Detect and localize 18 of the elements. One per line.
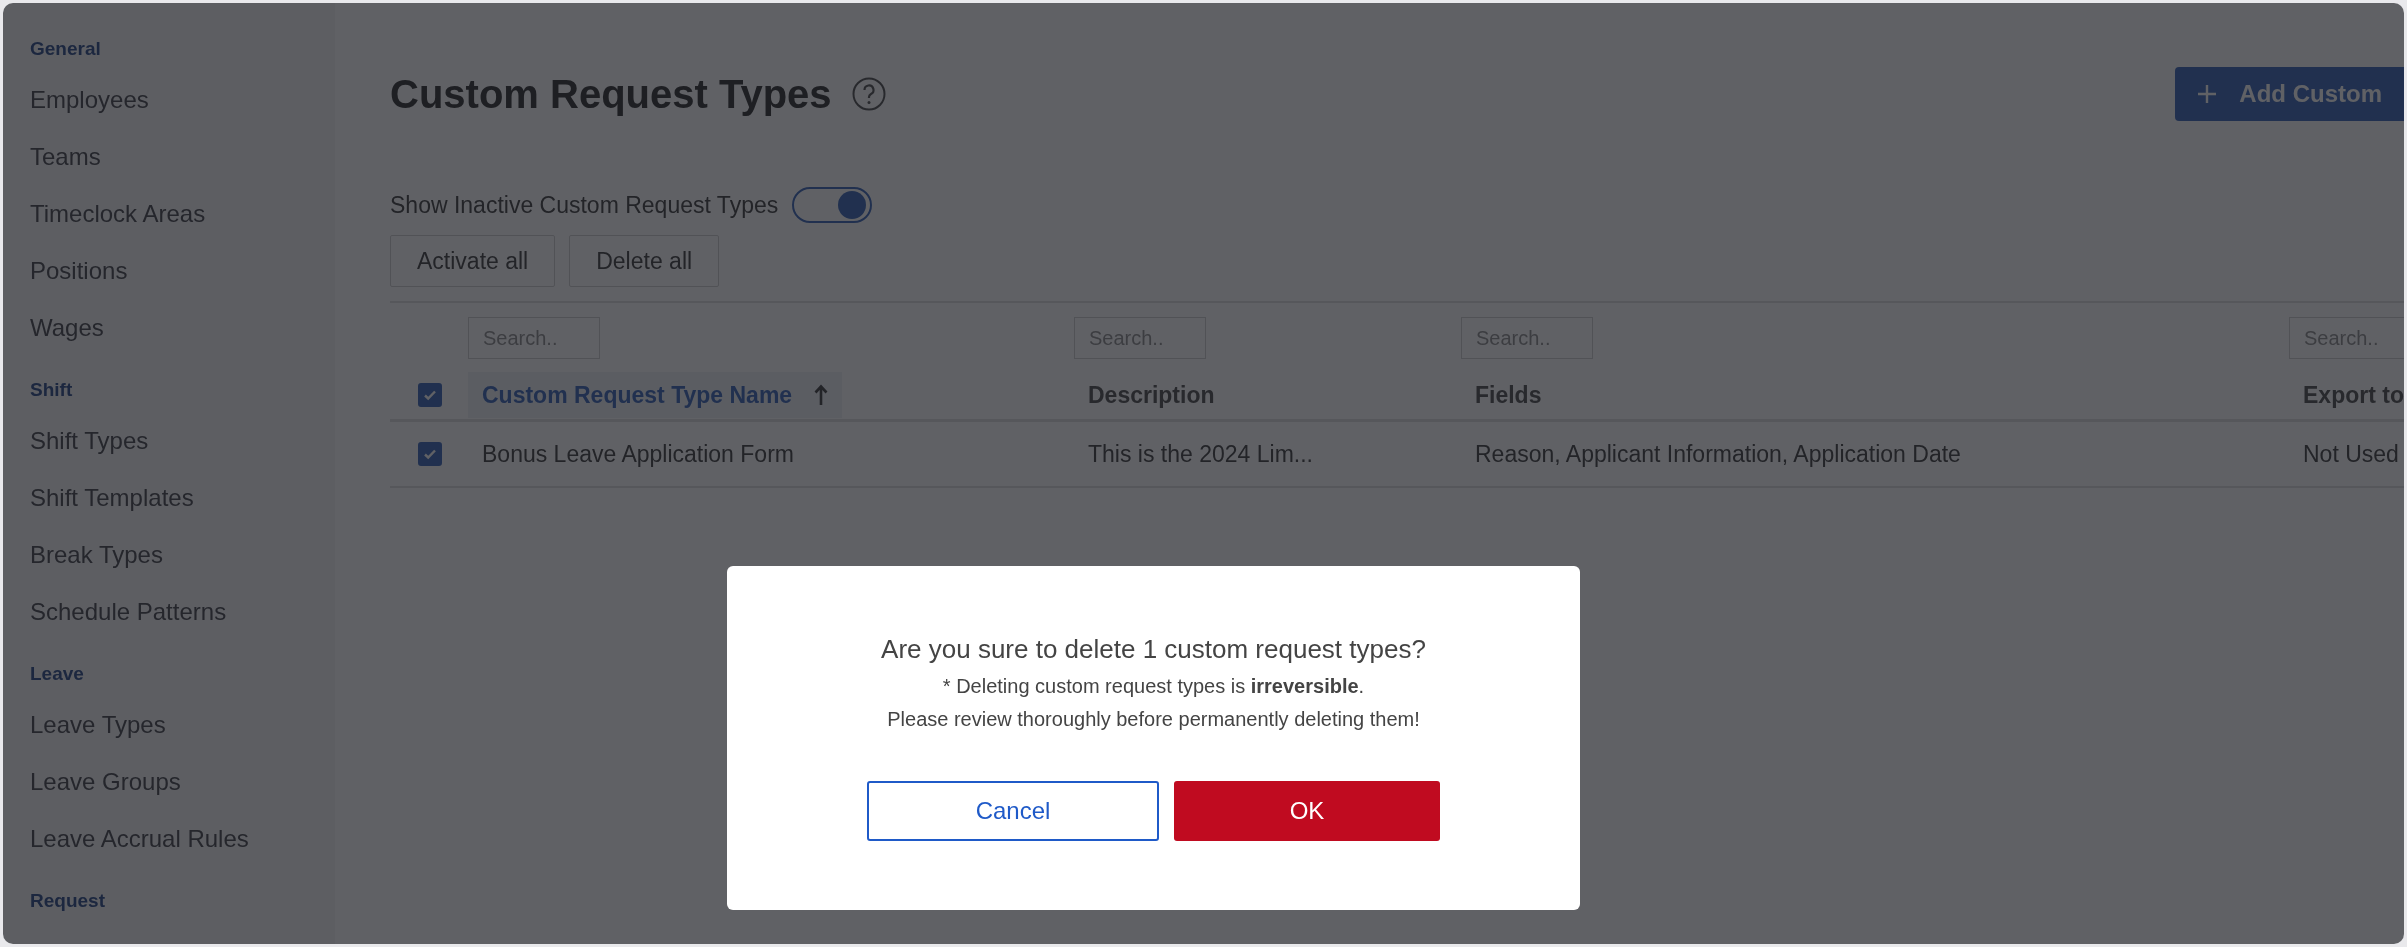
sidebar-section-title: Shift [30, 378, 74, 402]
dialog-text: Please review thoroughly before permanently deleting them! [887, 708, 1420, 731]
ok-button[interactable]: OK [1174, 781, 1440, 841]
dialog-title: Are you sure to delete 1 custom request types? [881, 634, 1426, 665]
table-cell-text: Not Used [2302, 440, 2399, 468]
column-header[interactable]: Export to [2289, 372, 2404, 418]
dialog-text: * Deleting custom request types is irreversible. [942, 675, 1365, 698]
table-cell-text: Bonus Leave Application Form [481, 440, 794, 468]
page-title: Custom Request Types [390, 71, 832, 117]
sidebar-section-title: Leave [30, 662, 85, 686]
table-cell-text: This is the 2024 Lim... [1087, 440, 1313, 468]
toggle-label: Show Inactive Custom Request Types [390, 191, 779, 219]
cancel-button[interactable]: Cancel [867, 781, 1159, 841]
column-header[interactable]: Fields [1461, 372, 1556, 418]
sidebar-section-title: Request [30, 889, 106, 913]
sidebar-section-title: General [30, 37, 102, 61]
table-cell-text: Reason, Applicant Information, Application Date [1474, 440, 1961, 468]
column-header[interactable]: Description [1074, 372, 1229, 418]
